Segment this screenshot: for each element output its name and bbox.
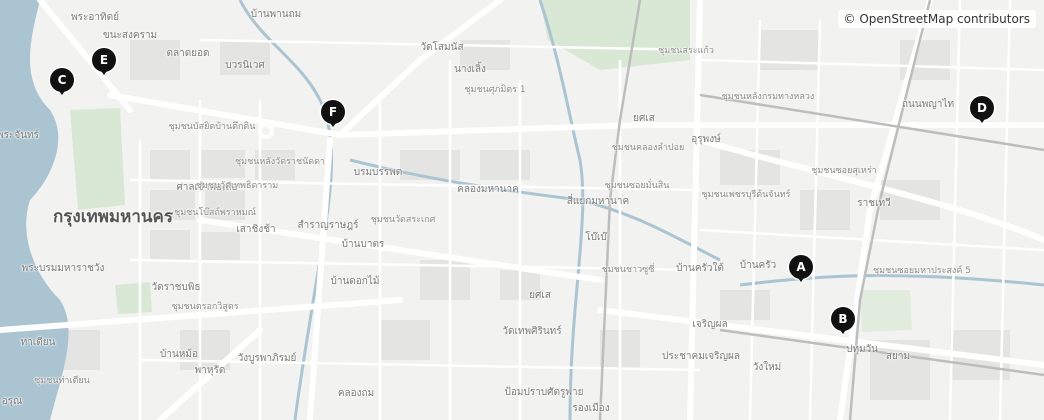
map-attribution[interactable]: © OpenStreetMap contributors bbox=[837, 10, 1036, 28]
label-lang-krom: ชุมชนหลังกรมทางหลวง bbox=[721, 92, 815, 102]
label-urupong: อุรุพงษ์ bbox=[691, 134, 721, 145]
marker-a[interactable]: A bbox=[789, 255, 813, 287]
label-prachakhom: ประชาคมเจริญผล bbox=[662, 351, 740, 362]
label-soi-lang-wat: ชุมชนหลังวัดราชนัดดา bbox=[235, 157, 325, 167]
label-phra-borom: พระบรมมหาราชวัง bbox=[21, 263, 105, 274]
label-rong-mueang: รองเมือง bbox=[572, 403, 610, 414]
label-baan-dokmai: บ้านดอกไม้ bbox=[330, 276, 380, 287]
label-bowon: บวรนิเวศ bbox=[225, 60, 265, 71]
label-khao-san: ขนะสงคราม bbox=[102, 30, 158, 41]
marker-c[interactable]: C bbox=[50, 68, 74, 100]
label-soi-chao-chu: ชุมชนชาวซูซี่ bbox=[601, 265, 655, 275]
marker-b-tip bbox=[838, 327, 848, 334]
label-mahanak-junction: สี่แยกมหานาค bbox=[566, 196, 630, 207]
label-sao-chingcha: เสาชิงช้า bbox=[236, 224, 276, 235]
label-ban-phan-thom: บ้านพานถม bbox=[250, 9, 302, 20]
label-khlong-thom: คลองถม bbox=[337, 388, 375, 399]
label-khlong-maha-nak: คลองมหานาค bbox=[457, 184, 519, 195]
label-wat-sommanat: วัดโสมนัส bbox=[420, 42, 464, 53]
label-ban-khrua: บ้านครัวใต้ bbox=[676, 263, 724, 274]
label-ban-mo: บ้านหม้อ bbox=[160, 349, 198, 360]
label-phaya-thai: ถนนพญาไท bbox=[901, 99, 955, 110]
park-sanam-luang bbox=[70, 108, 125, 210]
label-ban-khrua2: บ้านครัว bbox=[739, 260, 777, 271]
label-phra-athit: พระอาทิตย์ bbox=[71, 12, 119, 23]
marker-b[interactable]: B bbox=[831, 307, 855, 339]
label-wat-thep: ชุมชนวัดเทพธิดาราม bbox=[195, 181, 279, 191]
label-wang-burapha: วังบูรพาภิรมย์ bbox=[237, 353, 297, 364]
label-soi-trok: ชุมชนตรอกวิสูตร bbox=[171, 302, 239, 312]
label-phahurat: พาหุรัด bbox=[194, 365, 226, 376]
label-soi-supamit: ชุมชนศุภมิตร 1 bbox=[464, 85, 526, 95]
label-wang-mai: วังใหม่ bbox=[752, 362, 782, 373]
label-soi-ban-lang: ชุมชนโบ๊สถ์พราหมณ์ bbox=[174, 208, 256, 218]
label-phra-chan: พระจันทร์ bbox=[0, 130, 39, 141]
label-chaloem-phon: เจริญผล bbox=[692, 319, 728, 330]
marker-f[interactable]: F bbox=[321, 100, 345, 132]
park-lumphini-edge bbox=[860, 290, 912, 332]
label-khlong-lam-poi: ชุมชนคลองลำปอย bbox=[611, 143, 685, 153]
map-canvas[interactable]: พระอาทิตย์ ขนะสงคราม ตลาดยอด บวรนิเวศ บ้… bbox=[0, 0, 1044, 420]
label-wat-saket: ชุมชนวัดสระเกศ bbox=[370, 215, 436, 225]
label-city: กรุงเทพมหานคร bbox=[52, 207, 174, 227]
label-tha-tian: ท่าเตียน bbox=[20, 337, 56, 348]
label-arun: อรุณ bbox=[1, 396, 23, 407]
marker-c-tip bbox=[57, 88, 67, 95]
label-soi-surao: ชุมชนซอยสุเหร่า bbox=[811, 166, 877, 176]
label-samran-rat: สำราญราษฎร์ bbox=[297, 220, 359, 231]
label-soi-mahaprasong: ชุมชนซอยมหาประสงค์ 5 bbox=[873, 266, 971, 276]
label-talat-yot: ตลาดยอด bbox=[166, 48, 210, 59]
marker-f-tip bbox=[328, 120, 338, 127]
label-yot-se2: ยศเส bbox=[529, 290, 551, 301]
marker-d[interactable]: D bbox=[970, 96, 994, 128]
label-sra-kaeo: ชุมชนสระแก้ว bbox=[658, 46, 714, 56]
label-bo-bae: โบ๊เบ๊ bbox=[585, 232, 607, 243]
marker-e[interactable]: E bbox=[92, 48, 116, 80]
marker-d-tip bbox=[977, 116, 987, 123]
label-baan-bat: บ้านบาตร bbox=[341, 239, 385, 250]
label-bang-lamphu: ชุมชนบัสยิดบ้านตึกดิน bbox=[168, 122, 256, 132]
label-pathumwan: ปทุมวัน bbox=[846, 344, 878, 355]
label-soi-mahanak: ชุมชนซอยมั่นสิน bbox=[604, 181, 670, 191]
label-pom-prap: ป้อมปราบศัตรูพ่าย bbox=[504, 387, 584, 398]
label-boriphat: บรมบรรพต bbox=[353, 167, 403, 178]
label-phetchaburi: ชุมชนเพชรบุรีต้นจันทร์ bbox=[701, 190, 791, 200]
label-siam: สยาม bbox=[885, 351, 911, 362]
marker-e-tip bbox=[99, 68, 109, 75]
label-wat-thep-sirin: วัดเทพศิรินทร์ bbox=[502, 326, 562, 337]
marker-a-tip bbox=[796, 275, 806, 282]
label-wat-ratcha: วัดราชบพิธ bbox=[151, 282, 201, 293]
label-nang-loeng: นางเลิ้ง bbox=[454, 64, 486, 75]
label-ratchathewi: ราชเทวี bbox=[857, 198, 891, 209]
label-yot-se: ยศเส bbox=[633, 113, 655, 124]
park-palace bbox=[115, 282, 152, 314]
label-soi-tha-tian: ชุมชนท่าเตียน bbox=[34, 376, 90, 386]
